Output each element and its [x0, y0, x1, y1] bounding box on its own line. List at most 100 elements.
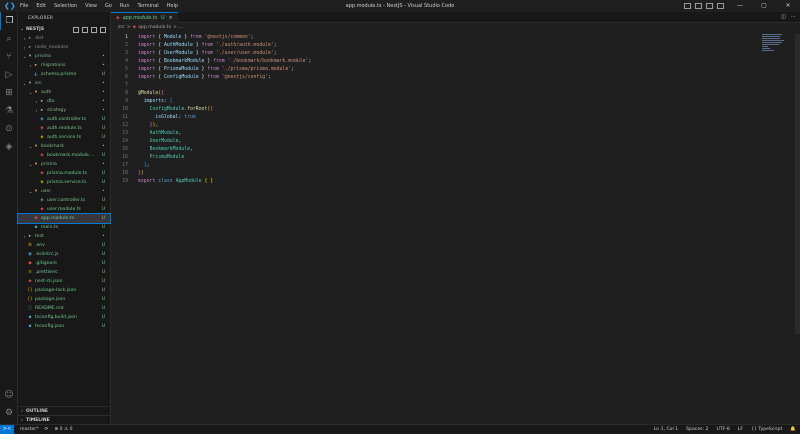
code-line[interactable]: 7	[111, 82, 781, 90]
language-mode[interactable]: {} TypeScript	[751, 427, 782, 432]
minimize-button[interactable]: —	[728, 0, 752, 12]
close-button[interactable]: ✕	[776, 0, 800, 12]
more-actions-icon[interactable]: ⋯	[791, 12, 796, 23]
code-line[interactable]: 8 @Module({	[111, 90, 781, 98]
file-item[interactable]: ◈ auth.module.ts U	[18, 124, 110, 133]
project-header[interactable]: ⌄ NESTJS	[18, 25, 110, 34]
sync-icon[interactable]: ⟳	[45, 427, 49, 432]
file-item[interactable]: ▪ tsconfig.json U	[18, 322, 110, 331]
encoding[interactable]: UTF-8	[716, 427, 729, 432]
code-line[interactable]: 3 import { UserModule } from './user/user…	[111, 50, 781, 58]
code-line[interactable]: 18})	[111, 170, 781, 178]
file-item[interactable]: {} package.json U	[18, 295, 110, 304]
code-line[interactable]: 12 }),	[111, 122, 781, 130]
code-line[interactable]: 2 import { AuthModule } from './auth/auth…	[111, 42, 781, 50]
code-line[interactable]: 13 AuthModule,	[111, 130, 781, 138]
split-editor-icon[interactable]: ◫	[781, 12, 786, 23]
run-debug-icon[interactable]: ▷	[0, 66, 18, 84]
code-line[interactable]: 10 ConfigModule.forRoot({	[111, 106, 781, 114]
cursor-position[interactable]: Ln 1, Col 1	[654, 427, 678, 432]
problems-indicator[interactable]: ⊗ 0 ⚠ 0	[54, 427, 72, 432]
code-line[interactable]: 1 import { Module } from '@nestjs/common'…	[111, 34, 781, 42]
new-file-icon[interactable]	[73, 26, 79, 33]
file-item[interactable]: ⚙ .env U	[18, 241, 110, 250]
code-line[interactable]: 9 imports: [	[111, 98, 781, 106]
new-folder-icon[interactable]	[82, 26, 88, 33]
breadcrumb-file[interactable]: app.module.ts	[138, 23, 171, 32]
menu-item-view[interactable]: View	[81, 0, 101, 12]
customize-layout-icon[interactable]	[717, 3, 724, 9]
file-item[interactable]: ◉ .eslintrc.js U	[18, 250, 110, 259]
code-line[interactable]: 6 import { ConfigModule } from '@nestjs/c…	[111, 74, 781, 82]
tab-app-module[interactable]: ◈ app.module.ts U ✕	[111, 12, 178, 23]
menu-item-file[interactable]: File	[16, 0, 32, 12]
code-line[interactable]: 15 BookmarkModule,	[111, 146, 781, 154]
code-line[interactable]: 5 import { PrismaModule } from './prisma/…	[111, 66, 781, 74]
remote-indicator-icon[interactable]: ><	[0, 424, 14, 434]
file-item[interactable]: ▪ tsconfig.build.json U	[18, 313, 110, 322]
folder-item[interactable]: ⌄ ▾ src •	[18, 79, 110, 88]
file-item[interactable]: ⓘ README.md U	[18, 304, 110, 313]
maximize-button[interactable]: ▢	[752, 0, 776, 12]
menu-item-run[interactable]: Run	[116, 0, 134, 12]
file-item[interactable]: ≡ .prettierrc U	[18, 268, 110, 277]
code-line[interactable]: 14 UserModule,	[111, 138, 781, 146]
line-ending[interactable]: LF	[738, 427, 743, 432]
folder-item[interactable]: › ▸ strategy •	[18, 106, 110, 115]
source-control-icon[interactable]: ⑂	[0, 48, 18, 66]
menu-item-help[interactable]: Help	[163, 0, 182, 12]
toggle-panel-icon[interactable]	[695, 3, 702, 9]
close-tab-icon[interactable]: ✕	[169, 16, 173, 21]
testing-icon[interactable]: ⚗	[0, 102, 18, 120]
folder-item[interactable]: › ▸ node_modules	[18, 43, 110, 52]
refresh-icon[interactable]	[91, 26, 97, 33]
folder-item[interactable]: ⌄ ▾ user •	[18, 187, 110, 196]
code-line[interactable]: 11 isGlobal: true	[111, 114, 781, 122]
notifications-icon[interactable]: 🔔	[790, 427, 796, 432]
file-item[interactable]: ◈ auth.service.ts U	[18, 133, 110, 142]
code-line[interactable]: 4 import { BookmarkModule } from './bookm…	[111, 58, 781, 66]
toggle-primary-sidebar-icon[interactable]	[684, 3, 691, 9]
file-item[interactable]: ◈ nest-cli.json U	[18, 277, 110, 286]
folder-item[interactable]: › ▸ test •	[18, 232, 110, 241]
file-item[interactable]: ◈ bookmark.module.... U	[18, 151, 110, 160]
minimap[interactable]	[762, 34, 786, 64]
file-item[interactable]: ◈ prisma.service.ts U	[18, 178, 110, 187]
code-line[interactable]: 16 PrismaModule	[111, 154, 781, 162]
remote-explorer-icon[interactable]: ⊙	[0, 120, 18, 138]
menu-item-terminal[interactable]: Terminal	[134, 0, 163, 12]
menu-item-selection[interactable]: Selection	[50, 0, 81, 12]
folder-item[interactable]: › ▸ dist	[18, 34, 110, 43]
file-item[interactable]: ◈ auth.controller.ts U	[18, 115, 110, 124]
collapse-all-icon[interactable]	[100, 26, 106, 33]
gear-icon[interactable]: ⚙	[0, 404, 18, 422]
extensions-icon[interactable]: ⊞	[0, 84, 18, 102]
folder-item[interactable]: › ▸ dto •	[18, 97, 110, 106]
vertical-scrollbar[interactable]	[795, 34, 800, 334]
code-editor[interactable]: 1 import { Module } from '@nestjs/common'…	[111, 34, 781, 186]
file-item[interactable]: ◈ prisma.module.ts U	[18, 169, 110, 178]
file-item[interactable]: ◈ app.module.ts U	[17, 213, 111, 224]
folder-item[interactable]: ⌄ ▾ prisma •	[18, 160, 110, 169]
file-item[interactable]: ◭ schema.prisma U	[18, 70, 110, 79]
folder-item[interactable]: ⌄ ▾ prisma •	[18, 52, 110, 61]
search-icon[interactable]: ⌕	[0, 30, 18, 48]
file-item[interactable]: {} package-lock.json U	[18, 286, 110, 295]
folder-item[interactable]: ⌄ ▾ bookmark •	[18, 142, 110, 151]
file-item[interactable]: ◈ user.module.ts U	[18, 205, 110, 214]
file-item[interactable]: ◈ user.controller.ts U	[18, 196, 110, 205]
code-line[interactable]: 17 ],	[111, 162, 781, 170]
file-item[interactable]: ◆ .gitignore U	[18, 259, 110, 268]
git-branch[interactable]: master*	[20, 427, 39, 432]
indentation[interactable]: Spaces: 2	[686, 427, 708, 432]
file-item[interactable]: ▪ main.ts U	[18, 223, 110, 232]
menu-item-edit[interactable]: Edit	[32, 0, 50, 12]
breadcrumb-more[interactable]: > ...	[173, 23, 183, 32]
files-icon[interactable]: ❐	[0, 12, 18, 30]
docker-icon[interactable]: ◈	[0, 138, 18, 156]
folder-item[interactable]: › ▸ migrations •	[18, 61, 110, 70]
toggle-secondary-sidebar-icon[interactable]	[706, 3, 713, 9]
code-line[interactable]: 19 export class AppModule { }	[111, 178, 781, 186]
menu-item-go[interactable]: Go	[101, 0, 116, 12]
breadcrumb-folder[interactable]: src	[118, 23, 125, 32]
